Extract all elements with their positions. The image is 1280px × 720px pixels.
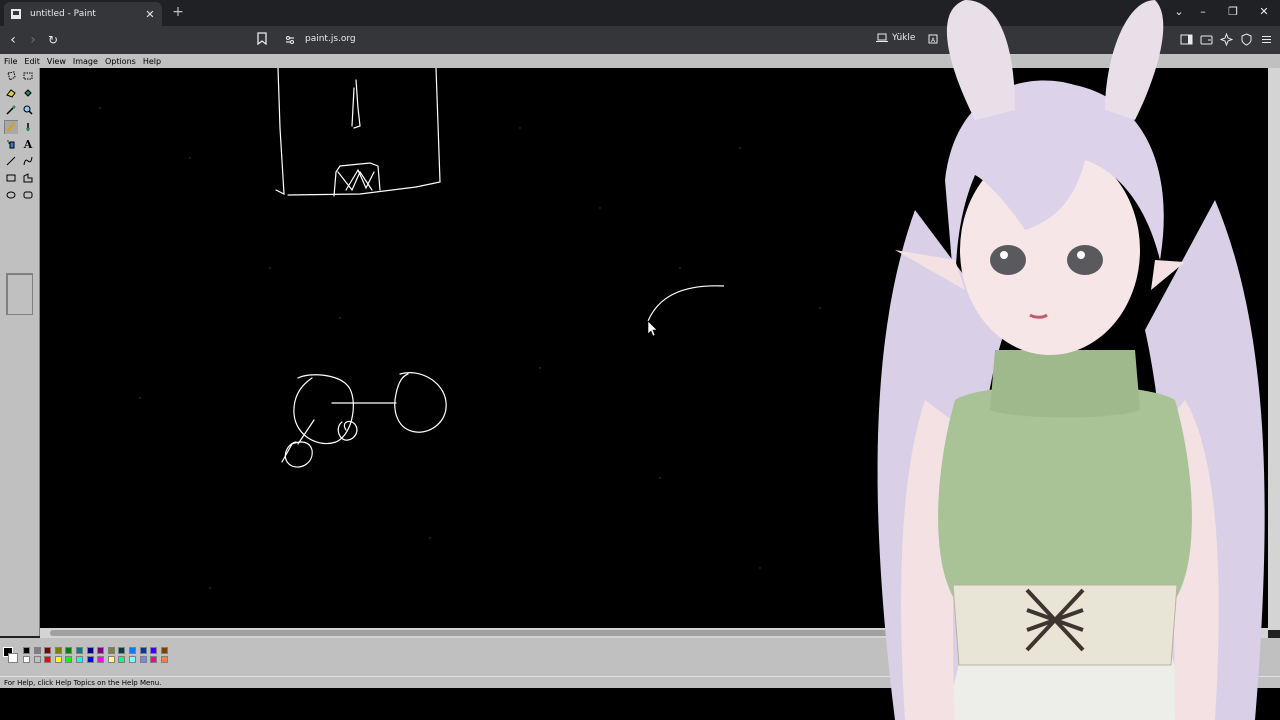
paint-favicon-icon xyxy=(11,9,21,19)
menu-options[interactable]: Options xyxy=(105,57,136,66)
palette-swatch[interactable] xyxy=(33,656,41,663)
palette-swatch[interactable] xyxy=(65,647,73,654)
palette-swatch[interactable] xyxy=(107,656,115,663)
brush-tool[interactable] xyxy=(21,120,35,134)
palette-swatch[interactable] xyxy=(44,647,52,654)
vtuber-avatar xyxy=(877,0,1265,720)
palette-swatch[interactable] xyxy=(23,647,30,654)
airbrush-tool[interactable] xyxy=(4,137,18,151)
brush-icon xyxy=(26,123,30,131)
rounded-rectangle-icon xyxy=(23,191,33,199)
rounded-rectangle-tool[interactable] xyxy=(21,188,35,202)
ellipse-icon xyxy=(6,191,16,199)
rectangle-icon xyxy=(6,174,16,182)
free-form-select-tool[interactable] xyxy=(4,69,18,83)
line-tool[interactable] xyxy=(4,154,18,168)
palette-swatch[interactable] xyxy=(86,647,94,654)
palette-swatch[interactable] xyxy=(160,647,168,654)
palette-swatch[interactable] xyxy=(33,647,41,654)
palette-swatch[interactable] xyxy=(139,656,147,663)
faint-dots xyxy=(99,107,821,589)
menu-view[interactable]: View xyxy=(47,57,66,66)
new-tab-icon[interactable]: + xyxy=(170,4,186,20)
palette-swatch[interactable] xyxy=(76,647,83,654)
palette-swatch[interactable] xyxy=(150,656,158,663)
curve-icon xyxy=(23,156,33,166)
palette-swatch[interactable] xyxy=(139,647,147,654)
text-tool[interactable]: A xyxy=(21,137,35,151)
color-picker-tool[interactable] xyxy=(4,103,18,117)
arc-stroke xyxy=(647,285,725,322)
fill-tool[interactable] xyxy=(21,86,35,100)
palette-swatch[interactable] xyxy=(86,656,94,663)
palette-swatch[interactable] xyxy=(97,647,105,654)
eraser-icon xyxy=(6,89,16,98)
palette-swatch[interactable] xyxy=(150,647,158,654)
line-icon xyxy=(6,156,16,166)
palette-swatch[interactable] xyxy=(76,656,83,663)
text-tool-icon: A xyxy=(23,137,33,151)
airbrush-icon xyxy=(7,140,15,149)
curve-tool[interactable] xyxy=(21,154,35,168)
status-help-text: For Help, click Help Topics on the Help … xyxy=(4,679,162,687)
tool-options-panel[interactable] xyxy=(6,273,33,315)
menu-image[interactable]: Image xyxy=(73,57,98,66)
site-info-icon[interactable] xyxy=(284,34,296,46)
palette-swatch[interactable] xyxy=(97,656,105,663)
palette-swatch[interactable] xyxy=(54,656,62,663)
palette-swatch[interactable] xyxy=(129,647,136,654)
bookmark-icon[interactable] xyxy=(257,32,267,45)
menu-file[interactable]: File xyxy=(4,57,17,66)
reload-icon[interactable]: ↻ xyxy=(44,33,62,47)
select-icon xyxy=(23,72,33,80)
palette-swatch[interactable] xyxy=(23,656,30,663)
eraser-tool[interactable] xyxy=(4,86,18,100)
pencil-tool[interactable] xyxy=(4,120,18,134)
figure-sketch xyxy=(281,372,447,468)
rectangle-tool[interactable] xyxy=(4,171,18,185)
toolbox: A xyxy=(0,68,40,636)
pencil-icon xyxy=(7,122,15,132)
forward-icon[interactable]: › xyxy=(24,32,42,48)
close-tab-icon[interactable]: ✕ xyxy=(144,8,156,21)
palette-swatch[interactable] xyxy=(107,647,115,654)
palette-swatch[interactable] xyxy=(65,656,73,663)
menu-edit[interactable]: Edit xyxy=(24,57,40,66)
menu-help[interactable]: Help xyxy=(143,57,161,66)
magnifier-tool[interactable] xyxy=(21,103,35,117)
select-tool[interactable] xyxy=(21,69,35,83)
palette-swatch[interactable] xyxy=(44,656,52,663)
polygon-tool[interactable] xyxy=(21,171,35,185)
fill-bucket-icon xyxy=(24,89,32,97)
mouse-cursor xyxy=(647,320,658,337)
palette-swatch[interactable] xyxy=(129,656,136,663)
current-colors[interactable] xyxy=(3,647,19,665)
free-form-select-icon xyxy=(7,71,16,81)
palette-swatch[interactable] xyxy=(118,656,126,663)
palette-swatch[interactable] xyxy=(118,647,126,654)
house-sketch xyxy=(275,68,441,197)
browser-tab[interactable]: untitled - Paint ✕ xyxy=(4,2,162,26)
ellipse-tool[interactable] xyxy=(4,188,18,202)
address-bar[interactable]: paint.js.org xyxy=(305,34,356,44)
tab-title: untitled - Paint xyxy=(30,9,96,19)
palette-swatch[interactable] xyxy=(54,647,62,654)
magnifier-icon xyxy=(23,105,33,115)
color-picker-icon xyxy=(6,105,16,115)
palette-swatch[interactable] xyxy=(160,656,168,663)
back-icon[interactable]: ‹ xyxy=(4,32,22,48)
secondary-color[interactable] xyxy=(8,653,18,663)
polygon-icon xyxy=(23,173,33,183)
